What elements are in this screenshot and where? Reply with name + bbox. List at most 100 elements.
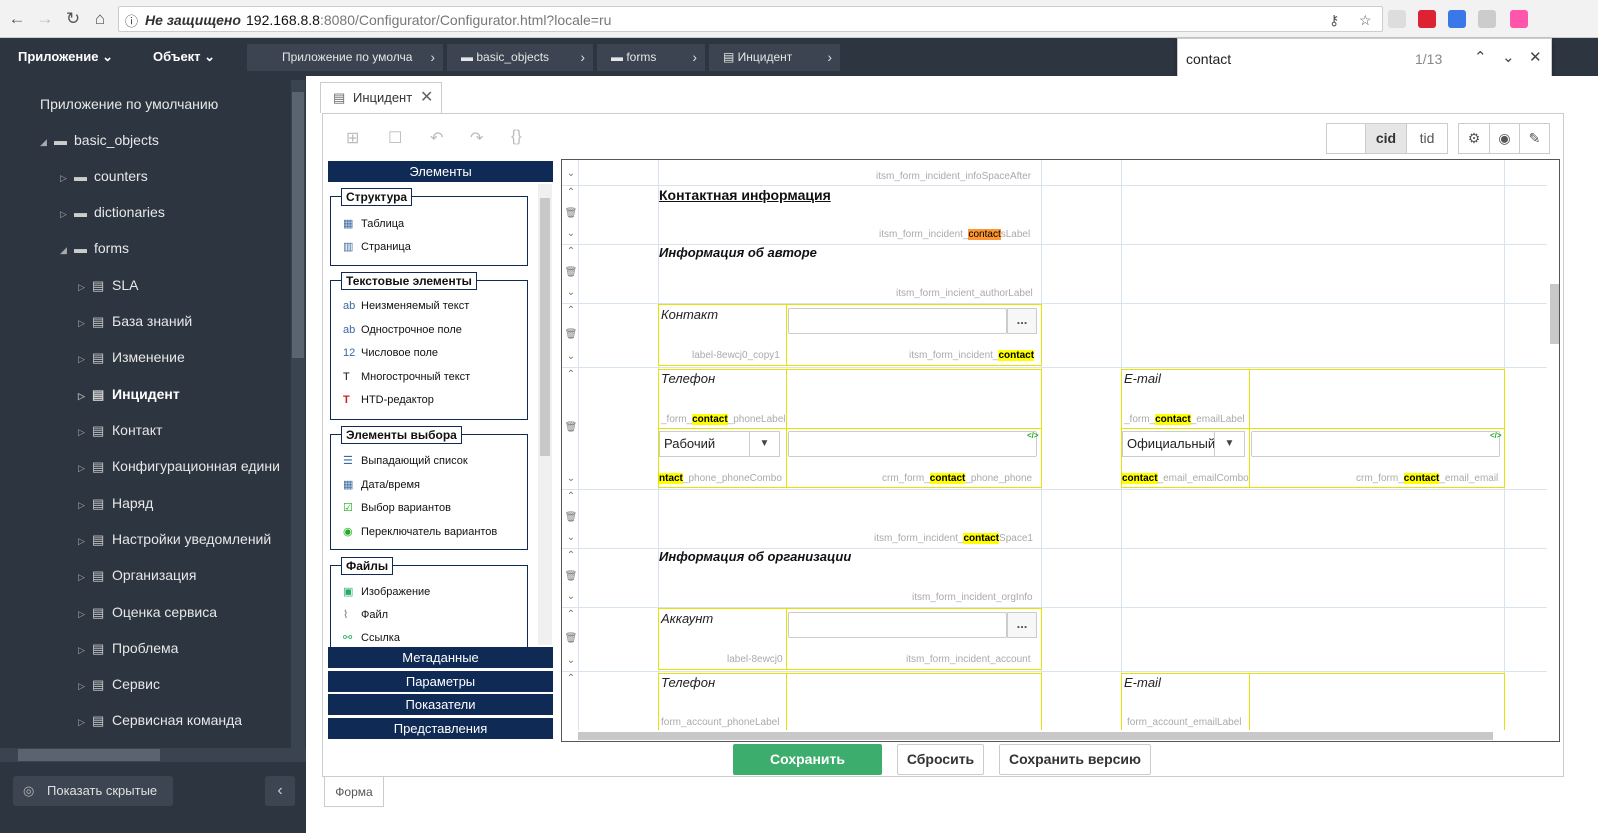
tree-item[interactable]: ▷ ▤ Изменение bbox=[78, 349, 185, 366]
tree-dictionaries[interactable]: ▷ ▬ dictionaries bbox=[60, 204, 165, 220]
palette-section-views[interactable]: Представления bbox=[328, 718, 553, 739]
palette-item-number-field[interactable]: 12 Числовое поле bbox=[343, 347, 438, 359]
square-icon[interactable]: ☐ bbox=[388, 128, 402, 148]
save-button[interactable]: Сохранить bbox=[733, 744, 882, 775]
app-menu[interactable]: Приложение ⌄ bbox=[18, 49, 113, 65]
show-hidden-button[interactable]: ◎ Показать скрытые bbox=[13, 776, 173, 806]
trash-icon[interactable]: 🗑 bbox=[564, 422, 578, 433]
row-down-icon[interactable]: ⌄ bbox=[564, 228, 578, 239]
braces-icon[interactable]: {} bbox=[511, 128, 522, 146]
save-version-button[interactable]: Сохранить версию bbox=[999, 744, 1151, 775]
email-input[interactable] bbox=[1251, 431, 1500, 457]
account-picker-button[interactable]: ... bbox=[1007, 612, 1037, 638]
tab-form[interactable]: Форма bbox=[324, 777, 384, 807]
info-icon[interactable]: ⓘ bbox=[125, 11, 138, 30]
palette-item-dropdown[interactable]: ☰ Выпадающий список bbox=[343, 454, 468, 467]
key-icon[interactable]: ⚷ bbox=[1329, 12, 1339, 29]
url-text[interactable]: 192.168.8.8:8080/Configurator/Configurat… bbox=[246, 12, 611, 28]
find-next-icon[interactable]: ⌄ bbox=[1502, 48, 1515, 66]
row-down-icon[interactable]: ⌄ bbox=[564, 287, 578, 298]
forward-icon[interactable]: → bbox=[34, 8, 56, 30]
palette-section-parameters[interactable]: Параметры bbox=[328, 671, 553, 692]
extension-icon-2[interactable] bbox=[1478, 10, 1496, 28]
palette-item-image[interactable]: ▣ Изображение bbox=[343, 585, 430, 598]
tree-counters[interactable]: ▷ ▬ counters bbox=[60, 168, 148, 184]
section-label-author[interactable]: Информация об авторе bbox=[659, 245, 817, 260]
row-up-icon[interactable]: ⌃ bbox=[564, 187, 578, 198]
palette-item-static-text[interactable]: ab Неизменяемый текст bbox=[343, 300, 469, 312]
trash-icon[interactable]: 🗑 bbox=[564, 571, 578, 582]
sidebar-scrollbar[interactable] bbox=[291, 80, 305, 748]
opera-icon[interactable] bbox=[1418, 10, 1436, 28]
tree-item[interactable]: ▷ ▤ Проблема bbox=[78, 640, 178, 657]
address-bar[interactable]: ⓘ Не защищено 192.168.8.8:8080/Configura… bbox=[118, 6, 1383, 32]
close-icon[interactable]: ✕ bbox=[420, 83, 433, 113]
trash-icon[interactable]: 🗑 bbox=[564, 208, 578, 219]
row-up-icon[interactable]: ⌃ bbox=[564, 369, 578, 380]
tree-root[interactable]: Приложение по умолчанию bbox=[40, 96, 218, 112]
palette-item-radio[interactable]: ◉ Переключатель вариантов bbox=[343, 525, 497, 538]
tree-item[interactable]: ▷ ▤ Организация bbox=[78, 567, 196, 584]
tree-forms[interactable]: ◢ ▬ forms bbox=[60, 240, 129, 256]
reset-button[interactable]: Сбросить bbox=[897, 744, 984, 775]
phone-type-select[interactable]: Рабочий ▼ bbox=[659, 431, 780, 457]
tree-item[interactable]: ▷ ▤ SLA bbox=[78, 277, 138, 294]
palette-header[interactable]: Элементы bbox=[328, 161, 553, 182]
row-down-icon[interactable]: ⌄ bbox=[564, 591, 578, 602]
tree-item[interactable]: ▷ ▤ Настройки уведомлений bbox=[78, 531, 271, 548]
palette-section-metadata[interactable]: Метаданные bbox=[328, 647, 553, 668]
translate-icon[interactable] bbox=[1448, 10, 1466, 28]
find-input[interactable]: contact bbox=[1186, 51, 1231, 67]
preview-eye-icon[interactable]: ◉ bbox=[1489, 123, 1520, 154]
email-type-select[interactable]: Официальный ▼ bbox=[1122, 431, 1245, 457]
tab-incident[interactable]: ▤ Инцидент ✕ bbox=[320, 82, 442, 113]
id-toggle-empty[interactable] bbox=[1326, 123, 1366, 154]
code-icon[interactable]: </> bbox=[1027, 431, 1039, 440]
canvas-hscrollbar[interactable] bbox=[562, 730, 1559, 741]
edit-icon[interactable]: ✎ bbox=[1519, 123, 1550, 154]
row-down-icon[interactable]: ⌄ bbox=[564, 473, 578, 484]
back-icon[interactable]: ← bbox=[6, 8, 28, 30]
object-menu[interactable]: Объект ⌄ bbox=[153, 49, 215, 65]
breadcrumb-basic-objects[interactable]: ▬ basic_objects › bbox=[447, 44, 593, 71]
find-prev-icon[interactable]: ⌃ bbox=[1474, 48, 1487, 66]
row-down-icon[interactable]: ⌄ bbox=[564, 351, 578, 362]
canvas-vscrollbar[interactable] bbox=[1547, 160, 1559, 730]
contact-picker-button[interactable]: ... bbox=[1007, 308, 1037, 334]
trash-icon[interactable]: 🗑 bbox=[564, 267, 578, 278]
palette-item-text-field[interactable]: ab Однострочное поле bbox=[343, 324, 462, 336]
sidebar-hscrollbar[interactable] bbox=[0, 748, 306, 762]
row-down-icon[interactable]: ⌄ bbox=[564, 655, 578, 666]
tree-item-selected[interactable]: ▷ ▤ Инцидент bbox=[78, 386, 180, 403]
palette-item-htd-editor[interactable]: T HTD-редактор bbox=[343, 394, 434, 406]
row-up-icon[interactable]: ⌃ bbox=[564, 673, 578, 684]
trash-icon[interactable]: 🗑 bbox=[564, 329, 578, 340]
tree-item[interactable]: ▷ ▤ Наряд bbox=[78, 495, 153, 512]
row-up-icon[interactable]: ⌃ bbox=[564, 550, 578, 561]
row-down-icon[interactable]: ⌄ bbox=[564, 532, 578, 543]
section-label-organization[interactable]: Информация об организации bbox=[659, 549, 851, 564]
breadcrumb-incident[interactable]: ▤ Инцидент › bbox=[709, 44, 840, 71]
palette-item-file[interactable]: ⌇ Файл bbox=[343, 608, 388, 621]
palette-item-page[interactable]: ▥ Страница bbox=[343, 240, 411, 253]
redo-icon[interactable]: ↷ bbox=[470, 128, 483, 148]
account-input[interactable] bbox=[788, 612, 1007, 638]
tid-button[interactable]: tid bbox=[1406, 123, 1448, 154]
grid-icon[interactable]: ⊞ bbox=[346, 128, 359, 148]
code-icon[interactable]: </> bbox=[1490, 431, 1502, 440]
home-icon[interactable]: ⌂ bbox=[89, 8, 111, 30]
trash-icon[interactable]: 🗑 bbox=[564, 512, 578, 523]
row-up-icon[interactable]: ⌃ bbox=[564, 491, 578, 502]
palette-scrollbar[interactable] bbox=[538, 184, 552, 645]
extension-icon[interactable] bbox=[1388, 10, 1406, 28]
palette-item-table[interactable]: ▦ Таблица bbox=[343, 217, 404, 230]
tree-item[interactable]: ▷ ▤ Конфигурационная едини bbox=[78, 458, 280, 475]
tree-basic-objects[interactable]: ◢ ▬ basic_objects bbox=[40, 132, 159, 148]
undo-icon[interactable]: ↶ bbox=[430, 128, 443, 148]
breadcrumb-app[interactable]: Приложение по умолча › bbox=[247, 44, 443, 71]
tree-item[interactable]: ▷ ▤ База знаний bbox=[78, 313, 192, 330]
row-up-icon[interactable]: ⌃ bbox=[564, 609, 578, 620]
breadcrumb-forms[interactable]: ▬ forms › bbox=[597, 44, 705, 71]
tree-item[interactable]: ▷ ▤ Сервисная команда bbox=[78, 712, 242, 729]
row-up-icon[interactable]: ⌃ bbox=[564, 246, 578, 257]
